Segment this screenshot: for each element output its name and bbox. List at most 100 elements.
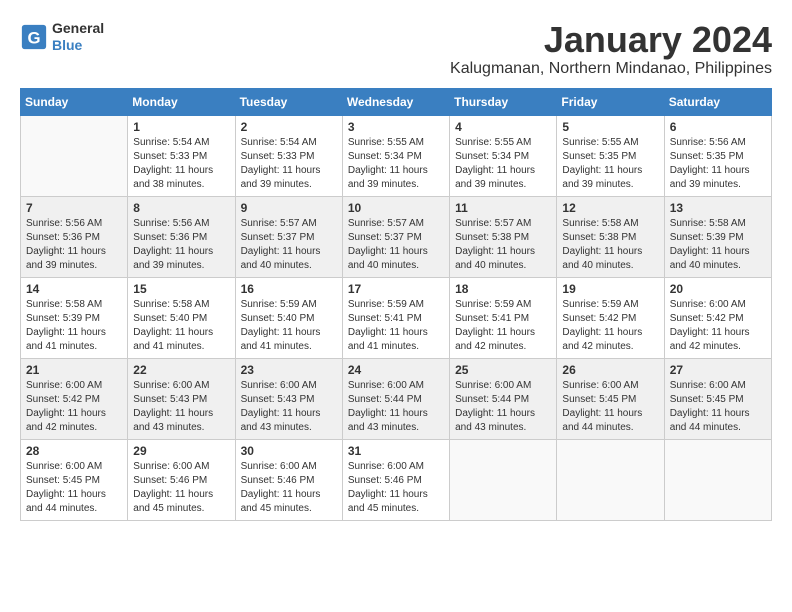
day-detail: Sunrise: 5:56 AMSunset: 5:36 PMDaylight:…	[133, 217, 229, 273]
day-detail: Sunrise: 5:57 AMSunset: 5:37 PMDaylight:…	[348, 217, 444, 273]
header-day-tuesday: Tuesday	[235, 88, 342, 115]
day-number: 20	[670, 282, 766, 296]
day-number: 16	[241, 282, 337, 296]
day-number: 26	[562, 363, 658, 377]
calendar-week-row: 1 Sunrise: 5:54 AMSunset: 5:33 PMDaylight…	[21, 115, 772, 196]
day-number: 13	[670, 201, 766, 215]
calendar-cell: 12 Sunrise: 5:58 AMSunset: 5:38 PMDayligh…	[557, 196, 664, 277]
calendar-cell: 16 Sunrise: 5:59 AMSunset: 5:40 PMDayligh…	[235, 277, 342, 358]
logo-icon: G	[20, 23, 48, 51]
header-day-thursday: Thursday	[450, 88, 557, 115]
calendar-cell: 28 Sunrise: 6:00 AMSunset: 5:45 PMDayligh…	[21, 439, 128, 520]
logo-general: General	[52, 20, 104, 37]
logo-blue: Blue	[52, 37, 104, 54]
day-detail: Sunrise: 6:00 AMSunset: 5:44 PMDaylight:…	[348, 379, 444, 435]
day-detail: Sunrise: 6:00 AMSunset: 5:45 PMDaylight:…	[26, 460, 122, 516]
calendar-cell: 26 Sunrise: 6:00 AMSunset: 5:45 PMDayligh…	[557, 358, 664, 439]
calendar-cell: 27Sunrise: 6:00 AMSunset: 5:45 PMDayligh…	[664, 358, 771, 439]
day-number: 30	[241, 444, 337, 458]
calendar-cell: 30 Sunrise: 6:00 AMSunset: 5:46 PMDayligh…	[235, 439, 342, 520]
calendar-week-row: 7Sunrise: 5:56 AMSunset: 5:36 PMDaylight…	[21, 196, 772, 277]
day-number: 4	[455, 120, 551, 134]
day-detail: Sunrise: 6:00 AMSunset: 5:46 PMDaylight:…	[348, 460, 444, 516]
calendar-cell: 25Sunrise: 6:00 AMSunset: 5:44 PMDayligh…	[450, 358, 557, 439]
day-detail: Sunrise: 5:59 AMSunset: 5:40 PMDaylight:…	[241, 298, 337, 354]
calendar-cell: 20 Sunrise: 6:00 AMSunset: 5:42 PMDayligh…	[664, 277, 771, 358]
day-detail: Sunrise: 6:00 AMSunset: 5:43 PMDaylight:…	[133, 379, 229, 435]
calendar-cell: 22Sunrise: 6:00 AMSunset: 5:43 PMDayligh…	[128, 358, 235, 439]
calendar-cell: 18Sunrise: 5:59 AMSunset: 5:41 PMDayligh…	[450, 277, 557, 358]
calendar-week-row: 21Sunrise: 6:00 AMSunset: 5:42 PMDayligh…	[21, 358, 772, 439]
day-detail: Sunrise: 5:58 AMSunset: 5:39 PMDaylight:…	[26, 298, 122, 354]
day-number: 6	[670, 120, 766, 134]
page-header: G General Blue January 2024 Kalugmanan, …	[20, 20, 772, 78]
day-number: 3	[348, 120, 444, 134]
calendar-week-row: 28 Sunrise: 6:00 AMSunset: 5:45 PMDayligh…	[21, 439, 772, 520]
calendar-cell: 31Sunrise: 6:00 AMSunset: 5:46 PMDayligh…	[342, 439, 449, 520]
calendar-cell: 21Sunrise: 6:00 AMSunset: 5:42 PMDayligh…	[21, 358, 128, 439]
header-day-wednesday: Wednesday	[342, 88, 449, 115]
day-number: 24	[348, 363, 444, 377]
header-day-sunday: Sunday	[21, 88, 128, 115]
calendar-cell: 9Sunrise: 5:57 AMSunset: 5:37 PMDaylight…	[235, 196, 342, 277]
day-number: 27	[670, 363, 766, 377]
day-detail: Sunrise: 6:00 AMSunset: 5:46 PMDaylight:…	[241, 460, 337, 516]
day-detail: Sunrise: 6:00 AMSunset: 5:42 PMDaylight:…	[670, 298, 766, 354]
calendar-cell: 1Sunrise: 5:54 AMSunset: 5:33 PMDaylight…	[128, 115, 235, 196]
day-detail: Sunrise: 5:59 AMSunset: 5:42 PMDaylight:…	[562, 298, 658, 354]
logo: G General Blue	[20, 20, 104, 54]
calendar-cell: 10 Sunrise: 5:57 AMSunset: 5:37 PMDayligh…	[342, 196, 449, 277]
calendar-cell: 7Sunrise: 5:56 AMSunset: 5:36 PMDaylight…	[21, 196, 128, 277]
day-detail: Sunrise: 5:58 AMSunset: 5:39 PMDaylight:…	[670, 217, 766, 273]
calendar-subtitle: Kalugmanan, Northern Mindanao, Philippin…	[450, 60, 772, 78]
calendar-week-row: 14 Sunrise: 5:58 AMSunset: 5:39 PMDayligh…	[21, 277, 772, 358]
day-detail: Sunrise: 6:00 AMSunset: 5:45 PMDaylight:…	[562, 379, 658, 435]
calendar-cell: 19Sunrise: 5:59 AMSunset: 5:42 PMDayligh…	[557, 277, 664, 358]
day-detail: Sunrise: 6:00 AMSunset: 5:43 PMDaylight:…	[241, 379, 337, 435]
title-area: January 2024 Kalugmanan, Northern Mindan…	[450, 20, 772, 78]
calendar-cell: 14 Sunrise: 5:58 AMSunset: 5:39 PMDayligh…	[21, 277, 128, 358]
day-detail: Sunrise: 5:55 AMSunset: 5:34 PMDaylight:…	[348, 136, 444, 192]
day-detail: Sunrise: 5:57 AMSunset: 5:38 PMDaylight:…	[455, 217, 551, 273]
day-number: 11	[455, 201, 551, 215]
day-number: 14	[26, 282, 122, 296]
svg-text:G: G	[27, 28, 40, 47]
calendar-cell: 24 Sunrise: 6:00 AMSunset: 5:44 PMDayligh…	[342, 358, 449, 439]
calendar-cell: 15 Sunrise: 5:58 AMSunset: 5:40 PMDayligh…	[128, 277, 235, 358]
day-number: 15	[133, 282, 229, 296]
day-number: 1	[133, 120, 229, 134]
header-day-friday: Friday	[557, 88, 664, 115]
day-number: 5	[562, 120, 658, 134]
day-number: 12	[562, 201, 658, 215]
calendar-cell: 3 Sunrise: 5:55 AMSunset: 5:34 PMDaylight…	[342, 115, 449, 196]
header-day-monday: Monday	[128, 88, 235, 115]
calendar-cell	[450, 439, 557, 520]
calendar-cell: 11 Sunrise: 5:57 AMSunset: 5:38 PMDayligh…	[450, 196, 557, 277]
day-detail: Sunrise: 5:58 AMSunset: 5:40 PMDaylight:…	[133, 298, 229, 354]
calendar-table: SundayMondayTuesdayWednesdayThursdayFrid…	[20, 88, 772, 521]
day-number: 2	[241, 120, 337, 134]
day-detail: Sunrise: 5:55 AMSunset: 5:35 PMDaylight:…	[562, 136, 658, 192]
day-detail: Sunrise: 5:55 AMSunset: 5:34 PMDaylight:…	[455, 136, 551, 192]
calendar-cell	[557, 439, 664, 520]
day-number: 21	[26, 363, 122, 377]
day-detail: Sunrise: 5:58 AMSunset: 5:38 PMDaylight:…	[562, 217, 658, 273]
calendar-cell	[664, 439, 771, 520]
calendar-cell: 2 Sunrise: 5:54 AMSunset: 5:33 PMDaylight…	[235, 115, 342, 196]
day-number: 9	[241, 201, 337, 215]
calendar-cell: 29Sunrise: 6:00 AMSunset: 5:46 PMDayligh…	[128, 439, 235, 520]
calendar-cell: 5 Sunrise: 5:55 AMSunset: 5:35 PMDaylight…	[557, 115, 664, 196]
day-number: 10	[348, 201, 444, 215]
day-number: 23	[241, 363, 337, 377]
day-detail: Sunrise: 5:56 AMSunset: 5:35 PMDaylight:…	[670, 136, 766, 192]
day-number: 28	[26, 444, 122, 458]
day-detail: Sunrise: 5:54 AMSunset: 5:33 PMDaylight:…	[241, 136, 337, 192]
day-number: 17	[348, 282, 444, 296]
calendar-title: January 2024	[450, 20, 772, 60]
logo-text: General Blue	[52, 20, 104, 54]
calendar-cell: 8Sunrise: 5:56 AMSunset: 5:36 PMDaylight…	[128, 196, 235, 277]
day-number: 18	[455, 282, 551, 296]
day-number: 29	[133, 444, 229, 458]
header-day-saturday: Saturday	[664, 88, 771, 115]
day-number: 25	[455, 363, 551, 377]
